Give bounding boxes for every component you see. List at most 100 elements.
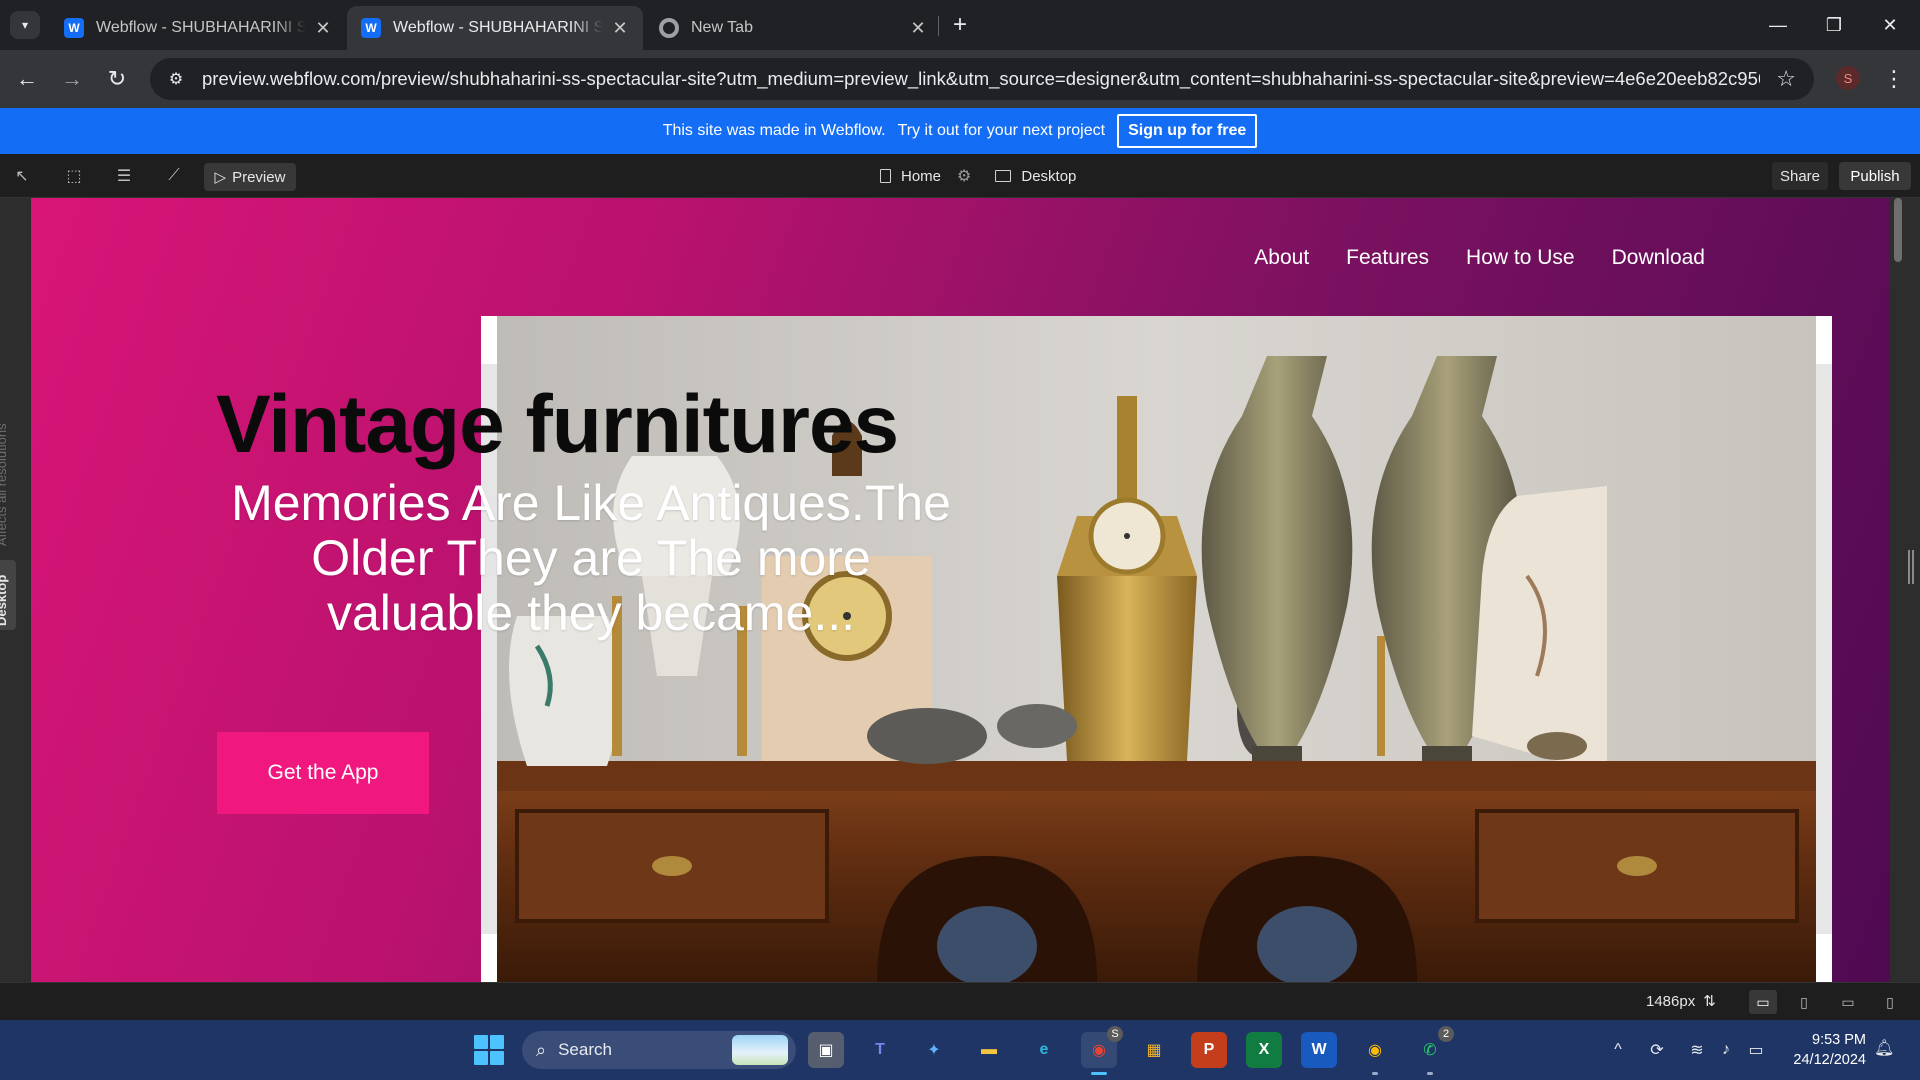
taskbar-search[interactable]: ⌕ Search xyxy=(522,1031,796,1069)
search-highlight-art xyxy=(732,1035,788,1065)
webflow-icon: W xyxy=(361,18,381,38)
tab-new-tab[interactable]: New Tab ✕ xyxy=(645,6,941,50)
banner-text: This site was made in Webflow. xyxy=(662,122,886,139)
profile-avatar[interactable]: S xyxy=(1836,66,1860,90)
reload-button[interactable]: ↻ xyxy=(100,62,134,96)
canvas-resize-handle[interactable] xyxy=(1908,550,1914,584)
nav-link-about[interactable]: About xyxy=(1254,246,1309,270)
designer-canvas: Affects all resolutions Desktop About Fe… xyxy=(0,198,1920,982)
tab-title: Webflow - SHUBHAHARINI S's Spectacular S… xyxy=(393,19,603,36)
hero-subtitle: Memories Are Like Antiques.The Older The… xyxy=(231,475,951,641)
new-tab-button[interactable]: + xyxy=(945,11,975,39)
phone-portrait-icon: ▯ xyxy=(1886,993,1894,1010)
chevron-up-icon[interactable]: ^ xyxy=(1606,1038,1630,1062)
battery-icon[interactable]: ▭ xyxy=(1744,1038,1768,1062)
webflow-badge-banner: This site was made in Webflow. Try it ou… xyxy=(0,108,1920,154)
page-icon xyxy=(880,169,891,183)
bookmark-star-icon[interactable]: ☆ xyxy=(1776,66,1796,92)
copilot-icon[interactable]: ✦ xyxy=(916,1032,952,1068)
reload-icon: ↻ xyxy=(107,66,127,91)
close-icon[interactable]: ✕ xyxy=(312,17,334,39)
phone-landscape-icon: ▭ xyxy=(1841,993,1855,1010)
back-button[interactable]: ← xyxy=(10,62,44,96)
sync-icon[interactable]: ⟳ xyxy=(1645,1038,1669,1062)
close-icon[interactable]: ✕ xyxy=(609,17,631,39)
analytics-chart-icon[interactable]: ⟋ xyxy=(160,163,188,189)
hero-title: Vintage furnitures xyxy=(216,379,899,470)
search-label: Search xyxy=(558,1040,612,1059)
clock-date: 24/12/2024 xyxy=(1793,1052,1866,1068)
page-name[interactable]: Home xyxy=(901,168,941,185)
volume-icon[interactable]: ♪ xyxy=(1714,1038,1738,1062)
desktop-monitor-icon xyxy=(995,170,1012,182)
browser-menu-icon[interactable]: ⋮ xyxy=(1882,62,1906,96)
cms-database-icon[interactable]: ☰ xyxy=(110,163,138,189)
share-button[interactable]: Share xyxy=(1772,162,1828,190)
breakpoint-side-rail: Affects all resolutions Desktop xyxy=(0,198,30,982)
notification-bell-icon[interactable]: 🔔︎ xyxy=(1874,1038,1894,1058)
chrome-running-indicator xyxy=(1091,1072,1107,1075)
tab-webflow-1[interactable]: W Webflow - SHUBHAHARINI S's Spectacular… xyxy=(50,6,346,50)
browser-toolbar: ← → ↻ ⚙ preview.webflow.com/preview/shub… xyxy=(0,50,1920,108)
canvas-bottom-bar: 1486px ⇅ ▭ ▯ ▭ ▯ xyxy=(0,982,1920,1020)
nav-link-features[interactable]: Features xyxy=(1346,246,1429,270)
taskbar-clock[interactable]: 9:53 PM 24/12/2024 xyxy=(1780,1030,1866,1070)
minimize-button[interactable]: — xyxy=(1750,0,1806,50)
close-icon: ✕ xyxy=(1882,14,1898,35)
tab-search-button[interactable]: ▾ xyxy=(10,11,40,39)
close-icon[interactable]: ✕ xyxy=(907,17,929,39)
url-text[interactable]: preview.webflow.com/preview/shubhaharini… xyxy=(202,68,1760,90)
desktop-label: Desktop xyxy=(0,574,9,626)
webflow-preview-toolbar: ↖ ⬚ ☰ ⟋ ▷ Preview Home ⚙ Desktop Share P… xyxy=(0,154,1920,198)
nav-link-download[interactable]: Download xyxy=(1612,246,1705,270)
close-window-button[interactable]: ✕ xyxy=(1862,0,1918,50)
frame-edge-right xyxy=(1816,364,1832,934)
forward-button[interactable]: → xyxy=(55,62,89,96)
preview-button[interactable]: ▷ Preview xyxy=(204,163,296,191)
restore-button[interactable]: ❐ xyxy=(1806,0,1862,50)
tablet-icon: ▯ xyxy=(1800,993,1808,1010)
microsoft-store-icon[interactable]: ▦ xyxy=(1136,1032,1172,1068)
chrome-profile-icon[interactable]: ◉ xyxy=(1357,1032,1393,1068)
signup-button[interactable]: Sign up for free xyxy=(1117,114,1258,148)
device-desktop-button[interactable]: ▭ xyxy=(1749,990,1777,1014)
edge-icon[interactable]: e xyxy=(1026,1032,1062,1068)
canvas-right-rail xyxy=(1890,198,1920,982)
breakpoint-name[interactable]: Desktop xyxy=(1021,168,1076,185)
affects-all-label: Affects all resolutions xyxy=(0,423,9,546)
search-icon: ⌕ xyxy=(536,1039,547,1060)
device-tablet-button[interactable]: ▯ xyxy=(1790,990,1818,1014)
windows-start-icon[interactable] xyxy=(474,1035,504,1065)
whatsapp-icon[interactable]: ✆ 2 xyxy=(1412,1026,1454,1068)
select-tool-icon[interactable]: ↖ xyxy=(8,163,36,189)
minimize-icon: — xyxy=(1769,14,1787,35)
address-bar[interactable]: ⚙ preview.webflow.com/preview/shubhahari… xyxy=(150,58,1814,100)
gear-icon[interactable]: ⚙ xyxy=(957,166,971,186)
chevron-down-icon: ▾ xyxy=(21,18,29,32)
preview-label: Preview xyxy=(232,168,286,186)
device-mobile-portrait-button[interactable]: ▯ xyxy=(1876,990,1904,1014)
wifi-icon[interactable]: ≋ xyxy=(1685,1038,1709,1062)
canvas-scrollbar-thumb[interactable] xyxy=(1894,198,1902,262)
site-settings-icon[interactable]: ⚙ xyxy=(164,67,188,91)
nav-link-how-to-use[interactable]: How to Use xyxy=(1466,246,1575,270)
word-icon[interactable]: W xyxy=(1301,1032,1337,1068)
tab-webflow-2[interactable]: W Webflow - SHUBHAHARINI S's Spectacular… xyxy=(347,6,643,50)
teams-icon[interactable]: T xyxy=(862,1032,898,1068)
chrome-icon[interactable]: ◉ S xyxy=(1081,1026,1123,1068)
webflow-icon: W xyxy=(64,18,84,38)
tab-title: New Tab xyxy=(691,19,753,36)
chrome-icon xyxy=(659,18,679,38)
excel-icon[interactable]: X xyxy=(1246,1032,1282,1068)
chrome-profile-badge: S xyxy=(1107,1026,1123,1042)
powerpoint-icon[interactable]: P xyxy=(1191,1032,1227,1068)
resize-arrows-icon[interactable]: ⇅ xyxy=(1703,992,1716,1010)
file-explorer-icon[interactable]: ▬ xyxy=(971,1032,1007,1068)
device-mobile-landscape-button[interactable]: ▭ xyxy=(1834,990,1862,1014)
get-the-app-button[interactable]: Get the App xyxy=(217,732,429,814)
add-element-icon[interactable]: ⬚ xyxy=(60,163,88,189)
task-view-icon[interactable]: ▣ xyxy=(808,1032,844,1068)
play-icon: ▷ xyxy=(214,169,227,186)
publish-button[interactable]: Publish xyxy=(1839,162,1911,190)
arrow-left-icon: ← xyxy=(16,66,38,91)
